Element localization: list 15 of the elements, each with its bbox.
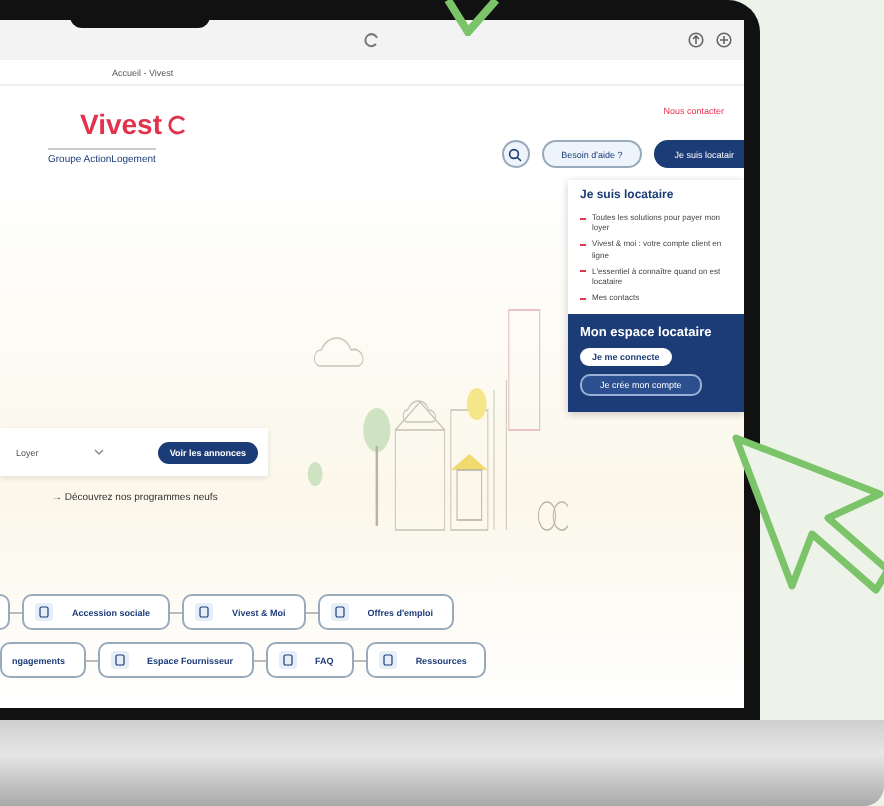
tablet-icon	[109, 650, 130, 670]
tablet-icon	[194, 602, 215, 622]
logo-wordmark[interactable]: Vivest	[80, 108, 162, 141]
search-button[interactable]	[501, 140, 530, 168]
chevron-down-icon	[94, 448, 105, 456]
tablet-icon	[377, 650, 398, 670]
search-icon	[508, 147, 523, 161]
tablet-icon	[329, 602, 350, 622]
reload-icon[interactable]	[364, 32, 380, 48]
logo-mark-icon	[166, 113, 188, 136]
share-icon[interactable]	[688, 32, 704, 48]
tablet-icon	[34, 602, 54, 622]
plus-icon[interactable]	[716, 32, 732, 48]
check-mark-icon	[444, 0, 500, 36]
tablet-icon	[277, 650, 298, 670]
